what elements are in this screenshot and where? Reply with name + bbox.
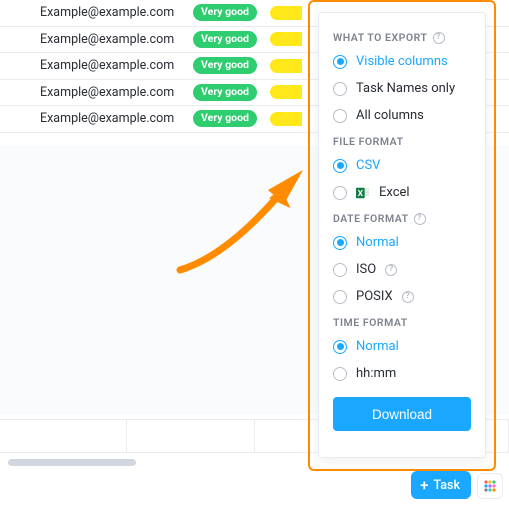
progress-bar [270, 32, 302, 46]
option-label: POSIX [356, 289, 393, 304]
section-heading-time-format: TIME FORMAT [333, 316, 471, 329]
help-icon[interactable]: ? [414, 213, 426, 225]
progress-bar [270, 85, 302, 99]
excel-icon [356, 186, 370, 200]
radio-icon [333, 55, 347, 69]
radio-icon [333, 340, 347, 354]
cell-email: Example@example.com [0, 111, 180, 126]
option-date-posix[interactable]: POSIX ? [333, 289, 471, 304]
radio-icon [333, 109, 347, 123]
cell-email: Example@example.com [0, 32, 180, 47]
cell-email: Example@example.com [0, 85, 180, 100]
status-badge: Very good [193, 57, 257, 74]
help-icon[interactable]: ? [402, 291, 414, 303]
option-label: Visible columns [356, 54, 448, 69]
option-time-hhmm[interactable]: hh:mm [333, 366, 471, 381]
option-label: Normal [356, 235, 399, 250]
option-csv[interactable]: CSV [333, 158, 471, 173]
option-label: All columns [356, 108, 424, 123]
radio-icon [333, 159, 347, 173]
option-label: Excel [379, 185, 410, 200]
option-task-names-only[interactable]: Task Names only [333, 81, 471, 96]
new-task-button[interactable]: + Task [411, 471, 471, 499]
horizontal-scrollbar[interactable] [8, 459, 136, 466]
option-excel[interactable]: Excel [333, 185, 471, 200]
option-date-normal[interactable]: Normal [333, 235, 471, 250]
option-label: Task Names only [356, 81, 455, 96]
radio-icon [333, 263, 347, 277]
progress-bar [270, 59, 302, 73]
grid-icon [483, 479, 497, 493]
apps-button[interactable] [477, 473, 503, 499]
option-label: CSV [356, 158, 380, 173]
progress-bar [270, 112, 302, 126]
status-badge: Very good [193, 4, 257, 21]
cell-email: Example@example.com [0, 5, 180, 20]
cell-email: Example@example.com [0, 58, 180, 73]
progress-bar [270, 6, 302, 20]
plus-icon: + [420, 478, 428, 493]
radio-icon [333, 367, 347, 381]
section-heading-what-to-export: WHAT TO EXPORT ? [333, 31, 471, 44]
help-icon[interactable]: ? [385, 264, 397, 276]
status-badge: Very good [193, 84, 257, 101]
section-heading-file-format: FILE FORMAT [333, 135, 471, 148]
section-heading-date-format: DATE FORMAT ? [333, 212, 471, 225]
option-label: Normal [356, 339, 399, 354]
option-date-iso[interactable]: ISO ? [333, 262, 471, 277]
task-button-label: Task [434, 478, 461, 493]
option-label: hh:mm [356, 366, 396, 381]
status-badge: Very good [193, 110, 257, 127]
export-panel: WHAT TO EXPORT ? Visible columns Task Na… [318, 12, 486, 458]
radio-icon [333, 82, 347, 96]
radio-icon [333, 290, 347, 304]
option-all-columns[interactable]: All columns [333, 108, 471, 123]
option-label: ISO [356, 262, 376, 277]
radio-icon [333, 236, 347, 250]
status-badge: Very good [193, 31, 257, 48]
download-button[interactable]: Download [333, 397, 471, 431]
radio-icon [333, 186, 347, 200]
option-time-normal[interactable]: Normal [333, 339, 471, 354]
option-visible-columns[interactable]: Visible columns [333, 54, 471, 69]
help-icon[interactable]: ? [433, 32, 445, 44]
